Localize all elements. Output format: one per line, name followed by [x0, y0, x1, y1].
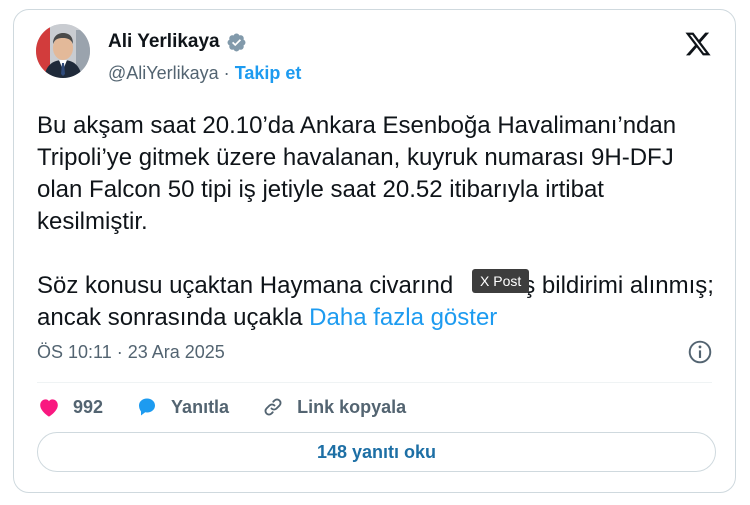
like-button[interactable]: 992 — [37, 395, 103, 419]
tweet-embed-card: Ali Yerlikaya @AliYerlikaya · Takip et B… — [13, 9, 736, 493]
avatar[interactable] — [36, 24, 90, 78]
verified-badge-icon — [227, 33, 246, 51]
x-logo-icon[interactable] — [683, 30, 713, 58]
avatar-image — [36, 24, 90, 78]
timestamp[interactable]: ÖS 10:11 · 23 Ara 2025 — [37, 340, 225, 364]
heart-icon — [40, 399, 58, 417]
action-bar: 992 Yanıtla Link kopyala — [37, 392, 438, 422]
read-replies-label: 148 yanıtı oku — [316, 441, 437, 462]
reply-label: Yanıtla — [171, 396, 230, 417]
tweet-text: Bu akşam saat 20.10’da Ankara Esenboğa H… — [37, 110, 717, 334]
tooltip: X Post — [472, 269, 530, 293]
handle-separator: · — [223, 63, 230, 83]
info-icon[interactable] — [687, 339, 713, 365]
read-replies-button[interactable]: 148 yanıtı oku — [37, 432, 716, 472]
handle-line: @AliYerlikaya · Takip et — [108, 61, 301, 85]
follow-link[interactable]: Takip et — [235, 63, 302, 83]
author-name-row[interactable]: Ali Yerlikaya — [108, 30, 247, 54]
tweet-paragraph-1: Bu akşam saat 20.10’da Ankara Esenboğa H… — [37, 112, 683, 235]
copy-link-label: Link kopyala — [297, 396, 407, 417]
speech-bubble-icon — [139, 398, 156, 416]
divider — [37, 382, 712, 383]
reply-button[interactable]: Yanıtla — [135, 395, 229, 419]
tweet-paragraph-2: Söz konusu uçaktan Haymana civarınd — [37, 272, 454, 299]
like-count: 992 — [73, 396, 104, 417]
link-icon — [264, 398, 282, 416]
copy-link-button[interactable]: Link kopyala — [261, 395, 406, 419]
show-more-link[interactable]: Daha fazla göster — [309, 304, 497, 331]
author-name[interactable]: Ali Yerlikaya — [108, 30, 220, 54]
author-handle[interactable]: @AliYerlikaya — [108, 63, 219, 83]
